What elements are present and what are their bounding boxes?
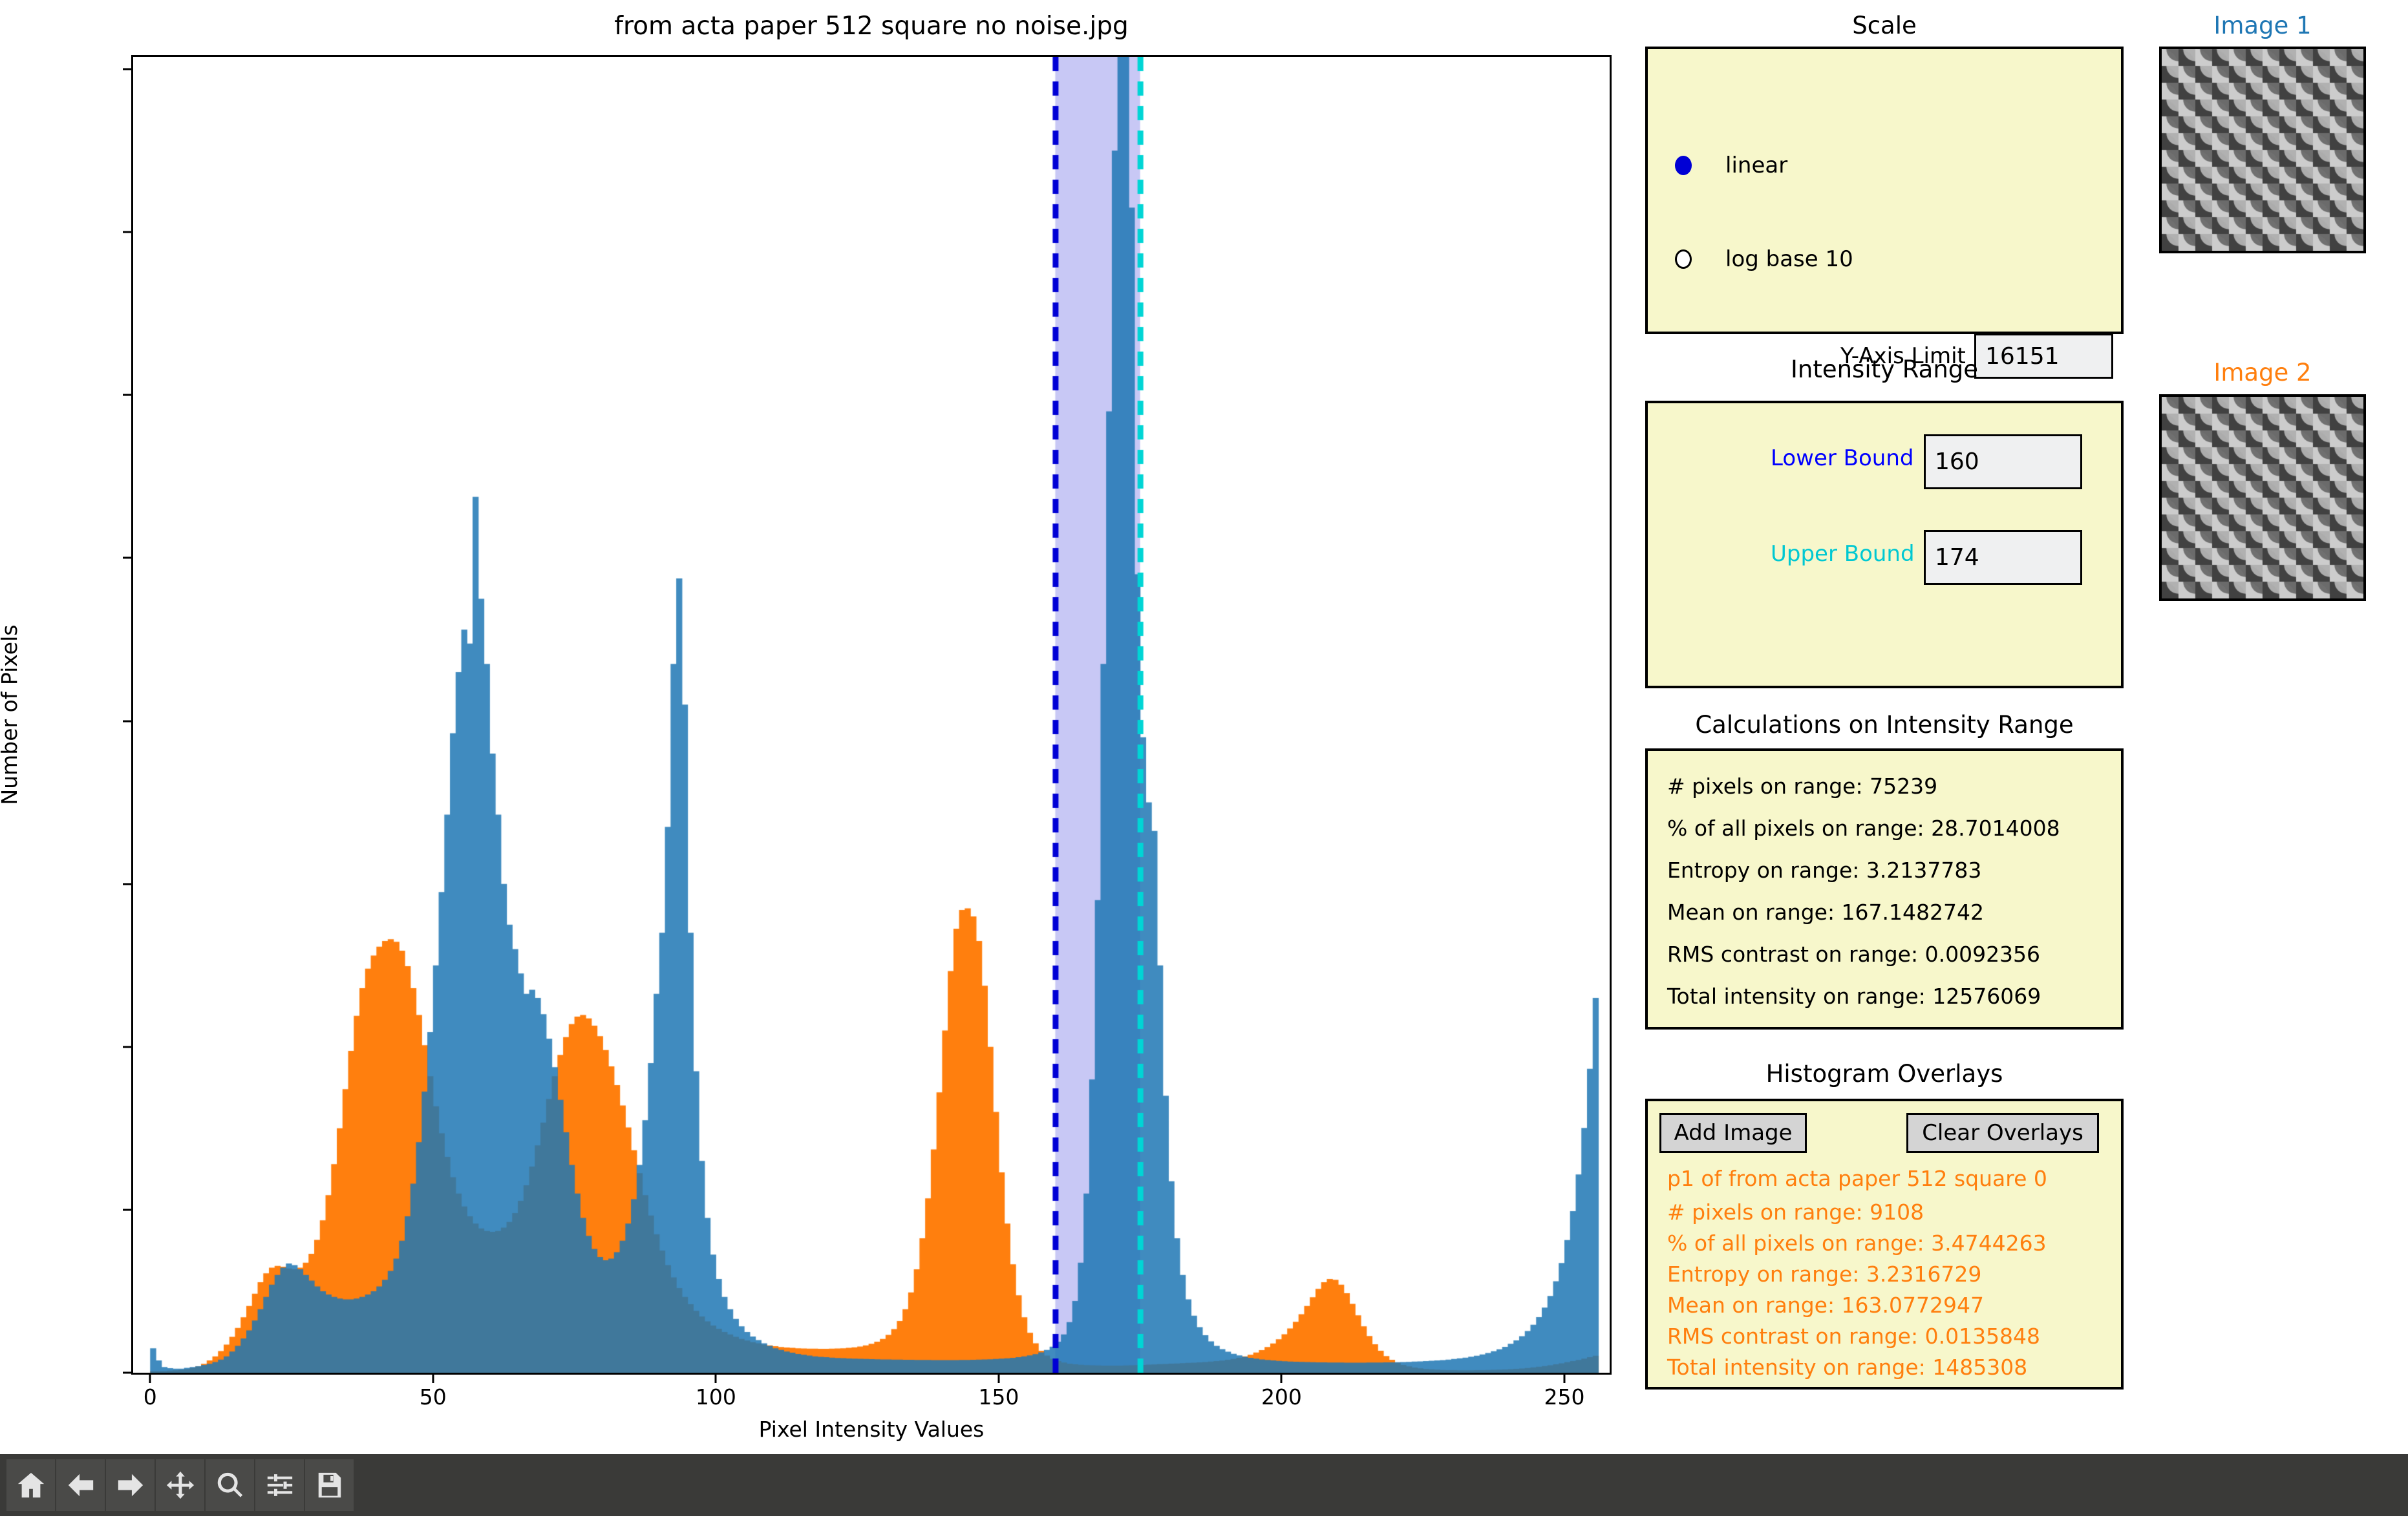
upper-bound-input[interactable]: 174 bbox=[1924, 530, 2082, 585]
x-tick-label: 50 bbox=[419, 1384, 447, 1410]
y-tick-mark bbox=[123, 394, 131, 396]
overlay-line: RMS contrast on range: 0.0135848 bbox=[1667, 1324, 2041, 1349]
image-2-label: Image 2 bbox=[2213, 359, 2312, 386]
x-tick-mark bbox=[997, 1375, 1000, 1383]
overlay-line: Total intensity on range: 1485308 bbox=[1667, 1355, 2028, 1380]
pan-move-icon[interactable] bbox=[156, 1459, 204, 1511]
y-tick-mark bbox=[123, 1046, 131, 1048]
radio-linear[interactable]: linear bbox=[1675, 153, 1787, 178]
overlay-line: % of all pixels on range: 3.4744263 bbox=[1667, 1231, 2047, 1256]
radio-log10-dot[interactable] bbox=[1675, 249, 1692, 269]
magnifier-zoom-icon[interactable] bbox=[206, 1459, 254, 1511]
add-image-button[interactable]: Add Image bbox=[1659, 1113, 1807, 1153]
radio-linear-label: linear bbox=[1725, 153, 1788, 178]
calc-line: # pixels on range: 75239 bbox=[1667, 774, 1938, 799]
matplotlib-toolbar bbox=[0, 1454, 2408, 1516]
x-axis-label: Pixel Intensity Values bbox=[758, 1417, 985, 1442]
calc-line: Mean on range: 167.1482742 bbox=[1667, 900, 1985, 925]
calculations-panel-title: Calculations on Intensity Range bbox=[1695, 711, 2074, 739]
histogram-canvas[interactable] bbox=[133, 57, 1610, 1373]
image-2-thumbnail[interactable] bbox=[2159, 394, 2366, 601]
image-2-canvas bbox=[2162, 397, 2363, 598]
lower-bound-input[interactable]: 160 bbox=[1924, 434, 2082, 489]
y-axis-label: Number of Pixels bbox=[0, 624, 22, 805]
x-tick-label: 200 bbox=[1261, 1384, 1302, 1410]
home-icon[interactable] bbox=[6, 1459, 55, 1511]
y-tick-mark bbox=[123, 68, 131, 70]
intensity-range-panel: Lower Bound 160 Upper Bound 174 bbox=[1645, 401, 2124, 688]
x-tick-label: 0 bbox=[143, 1384, 157, 1410]
overlays-panel-title: Histogram Overlays bbox=[1765, 1060, 2003, 1088]
calc-line: Entropy on range: 3.2137783 bbox=[1667, 858, 1982, 883]
histogram-plot-area: from acta paper 512 square no noise.jpg … bbox=[0, 0, 1629, 1448]
calculations-panel: # pixels on range: 75239 % of all pixels… bbox=[1645, 748, 2124, 1030]
overlay-line: p1 of from acta paper 512 square 0 bbox=[1667, 1166, 2047, 1191]
histogram-overlays-panel: Add Image Clear Overlays p1 of from acta… bbox=[1645, 1099, 2124, 1390]
x-tick-mark bbox=[149, 1375, 151, 1383]
histogram-axes[interactable] bbox=[131, 55, 1612, 1375]
image-1-label: Image 1 bbox=[2213, 12, 2312, 39]
x-tick-label: 100 bbox=[695, 1384, 736, 1410]
clear-overlays-button[interactable]: Clear Overlays bbox=[1906, 1113, 2099, 1153]
calc-line: RMS contrast on range: 0.0092356 bbox=[1667, 942, 2041, 967]
x-tick-label: 250 bbox=[1544, 1384, 1585, 1410]
x-tick-mark bbox=[1280, 1375, 1283, 1383]
overlay-line: Entropy on range: 3.2316729 bbox=[1667, 1262, 1982, 1287]
y-tick-mark bbox=[123, 1209, 131, 1211]
scale-panel-title: Scale bbox=[1852, 12, 1917, 39]
x-tick-mark bbox=[1563, 1375, 1566, 1383]
page-title: from acta paper 512 square no noise.jpg bbox=[614, 12, 1129, 41]
image-1-canvas bbox=[2162, 49, 2363, 251]
x-tick-mark bbox=[714, 1375, 717, 1383]
x-tick-mark bbox=[432, 1375, 434, 1383]
radio-log10[interactable]: log base 10 bbox=[1675, 246, 1853, 272]
image-1-thumbnail[interactable] bbox=[2159, 47, 2366, 253]
floppy-save-icon[interactable] bbox=[305, 1459, 354, 1511]
sliders-configure-icon[interactable] bbox=[255, 1459, 304, 1511]
y-tick-mark bbox=[123, 231, 131, 233]
forward-arrow-icon[interactable] bbox=[106, 1459, 154, 1511]
upper-bound-label: Upper Bound bbox=[1771, 541, 1915, 567]
y-tick-mark bbox=[123, 1371, 131, 1374]
radio-log10-label: log base 10 bbox=[1725, 246, 1853, 272]
overlay-line: Mean on range: 163.0772947 bbox=[1667, 1293, 1985, 1318]
y-tick-mark bbox=[123, 556, 131, 559]
radio-linear-dot[interactable] bbox=[1675, 156, 1692, 175]
x-tick-label: 150 bbox=[978, 1384, 1019, 1410]
y-tick-mark bbox=[123, 883, 131, 885]
lower-bound-label: Lower Bound bbox=[1771, 445, 1914, 471]
intensity-panel-title: Intensity Range bbox=[1790, 355, 1979, 383]
scale-panel: linear log base 10 Y-Axis Limit 16151 bbox=[1645, 47, 2124, 379]
calc-line: Total intensity on range: 12576069 bbox=[1667, 984, 2041, 1009]
calc-line: % of all pixels on range: 28.7014008 bbox=[1667, 816, 2060, 841]
y-tick-mark bbox=[123, 720, 131, 723]
back-arrow-icon[interactable] bbox=[56, 1459, 105, 1511]
overlay-line: # pixels on range: 9108 bbox=[1667, 1200, 1924, 1225]
